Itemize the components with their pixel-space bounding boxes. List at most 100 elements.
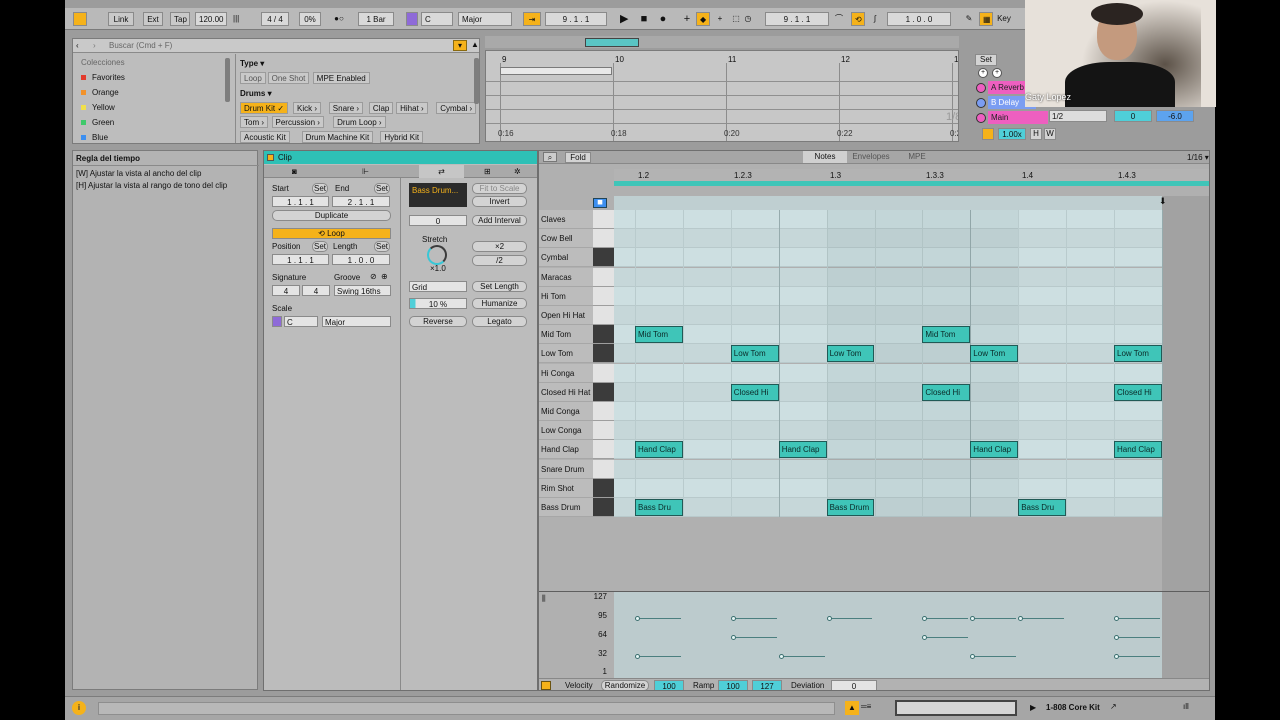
- pad-label[interactable]: Hi Conga: [539, 363, 593, 383]
- footer-toggle-icon[interactable]: [541, 681, 551, 690]
- midi-note[interactable]: Closed Hi: [730, 383, 779, 401]
- velocity-handle[interactable]: [1114, 634, 1119, 640]
- pad-key[interactable]: [593, 498, 614, 517]
- clip-scale-select[interactable]: Major: [322, 316, 391, 327]
- pad-key[interactable]: [593, 267, 614, 287]
- set-length-button[interactable]: Set Length: [472, 281, 527, 292]
- track-activator-icon[interactable]: [976, 113, 986, 123]
- velocity-handle[interactable]: [730, 634, 736, 640]
- warning-icon[interactable]: ▲: [845, 701, 859, 715]
- fold-button[interactable]: Fold: [565, 152, 591, 163]
- velocity-field[interactable]: 100: [654, 680, 684, 690]
- collections-scrollbar[interactable]: [225, 58, 230, 102]
- pad-label[interactable]: Low Tom: [539, 344, 593, 364]
- quantize-select[interactable]: 1 Bar: [358, 12, 394, 26]
- loop-icon[interactable]: ⟲: [851, 12, 865, 26]
- grid-setting[interactable]: 1/16 ▾: [1187, 153, 1209, 162]
- drum-filter[interactable]: Kick ›: [293, 102, 321, 114]
- reverse-button[interactable]: Reverse: [409, 316, 467, 327]
- tap-button[interactable]: Tap: [170, 12, 190, 26]
- arrangement-view[interactable]: 9 10 11 12 13 0:16 0:18 0:20 0:22 0:24 1/8: [485, 50, 959, 142]
- pad-key[interactable]: [593, 421, 614, 441]
- nudge-icon[interactable]: |||: [230, 12, 242, 26]
- zoom-field[interactable]: 1.00x: [998, 128, 1026, 140]
- record-icon[interactable]: ●: [656, 12, 670, 26]
- track-activator-icon[interactable]: [976, 98, 986, 108]
- metronome-icon[interactable]: ●○: [329, 12, 349, 26]
- pad-key[interactable]: [593, 459, 614, 479]
- pad-key[interactable]: [593, 402, 614, 421]
- automation-icon[interactable]: ◆: [696, 12, 710, 26]
- velocity-handle[interactable]: [1114, 653, 1119, 659]
- legato-button[interactable]: Legato: [472, 316, 527, 327]
- pad-label[interactable]: Maracas: [539, 267, 593, 287]
- drum-filter[interactable]: Drum Machine Kit: [301, 131, 374, 143]
- clip-tab-icon[interactable]: ◙: [292, 167, 297, 176]
- collection-item[interactable]: Favorites: [81, 71, 125, 85]
- track-activator-icon[interactable]: [976, 83, 986, 93]
- deviation-field[interactable]: 0: [831, 680, 877, 690]
- ramp-start-field[interactable]: 100: [718, 680, 748, 690]
- midi-note[interactable]: Hand Clap: [970, 441, 1019, 459]
- pad-label[interactable]: Low Conga: [539, 421, 593, 441]
- midi-note[interactable]: Bass Drum: [826, 499, 875, 516]
- length-set-button[interactable]: Set: [374, 241, 390, 252]
- stretch-knob[interactable]: [427, 245, 447, 265]
- keyboard-icon[interactable]: ▦: [979, 12, 993, 26]
- follow-mixer-icon[interactable]: [982, 128, 994, 140]
- groove-field[interactable]: 0%: [299, 12, 321, 26]
- curve-icon[interactable]: ∫: [868, 12, 882, 26]
- filter-toggle-icon[interactable]: ▾: [453, 40, 467, 51]
- pad-label[interactable]: Open Hi Hat: [539, 306, 593, 325]
- fold-indicator-icon[interactable]: ◼: [593, 198, 607, 208]
- loop-toggle[interactable]: ⟲ Loop: [272, 228, 391, 239]
- link-button[interactable]: Link: [108, 12, 134, 26]
- ramp-end-field[interactable]: 127: [752, 680, 782, 690]
- pad-label[interactable]: Mid Conga: [539, 402, 593, 421]
- drum-filter[interactable]: Percussion ›: [271, 116, 324, 128]
- velocity-handle[interactable]: [922, 634, 928, 640]
- groove-select[interactable]: Swing 16ths: [334, 285, 391, 296]
- pad-key[interactable]: [593, 229, 614, 249]
- pad-key[interactable]: [593, 382, 614, 402]
- pad-key[interactable]: [593, 306, 614, 325]
- midi-note[interactable]: Closed Hi: [1114, 383, 1162, 401]
- pad-label[interactable]: Mid Tom: [539, 325, 593, 345]
- pad-key[interactable]: [593, 363, 614, 383]
- arrangement-view-icon[interactable]: ═≡: [861, 702, 891, 715]
- scale-mode-icon[interactable]: [406, 12, 418, 26]
- pad-label[interactable]: Bass Drum: [539, 498, 593, 517]
- pad-key[interactable]: [593, 440, 614, 460]
- h-button[interactable]: H: [1030, 128, 1042, 140]
- signature-denominator[interactable]: 4: [302, 285, 330, 296]
- tab-mpe[interactable]: MPE: [895, 151, 939, 163]
- follow-icon[interactable]: ⇥: [523, 12, 541, 26]
- end-set-button[interactable]: Set: [374, 183, 390, 194]
- pad-key[interactable]: [593, 344, 614, 364]
- velocity-handle[interactable]: [970, 653, 976, 659]
- midi-note[interactable]: Low Tom: [1114, 345, 1162, 363]
- grid-select[interactable]: Grid: [409, 281, 467, 292]
- drum-filter[interactable]: Drum Loop ›: [333, 116, 386, 128]
- pad-label[interactable]: Hi Tom: [539, 286, 593, 306]
- overview-strip[interactable]: [485, 36, 959, 48]
- fold-icon[interactable]: +: [978, 68, 988, 78]
- punch-icon[interactable]: +: [713, 12, 727, 26]
- drum-filter[interactable]: Hihat ›: [396, 102, 428, 114]
- pad-label[interactable]: Claves: [539, 210, 593, 229]
- start-set-button[interactable]: Set: [312, 183, 328, 194]
- tab-envelopes[interactable]: Envelopes: [849, 151, 893, 163]
- clock-icon[interactable]: ◷: [741, 12, 755, 26]
- collapse-arrow-icon[interactable]: ▲: [471, 40, 479, 49]
- end-field[interactable]: 2 . 1 . 1: [332, 196, 390, 207]
- zoom-search-icon[interactable]: ⌕: [543, 152, 557, 162]
- start-field[interactable]: 1 . 1 . 1: [272, 196, 329, 207]
- midi-note[interactable]: Low Tom: [970, 345, 1019, 363]
- pad-label[interactable]: Rim Shot: [539, 478, 593, 498]
- clip-view-switch-icon[interactable]: [895, 700, 1017, 716]
- drum-filter[interactable]: Acoustic Kit: [240, 131, 290, 143]
- ext-button[interactable]: Ext: [143, 12, 163, 26]
- back-arrow-icon[interactable]: ‹: [76, 41, 79, 50]
- pad-label[interactable]: Snare Drum: [539, 459, 593, 479]
- info-icon[interactable]: i: [72, 701, 86, 715]
